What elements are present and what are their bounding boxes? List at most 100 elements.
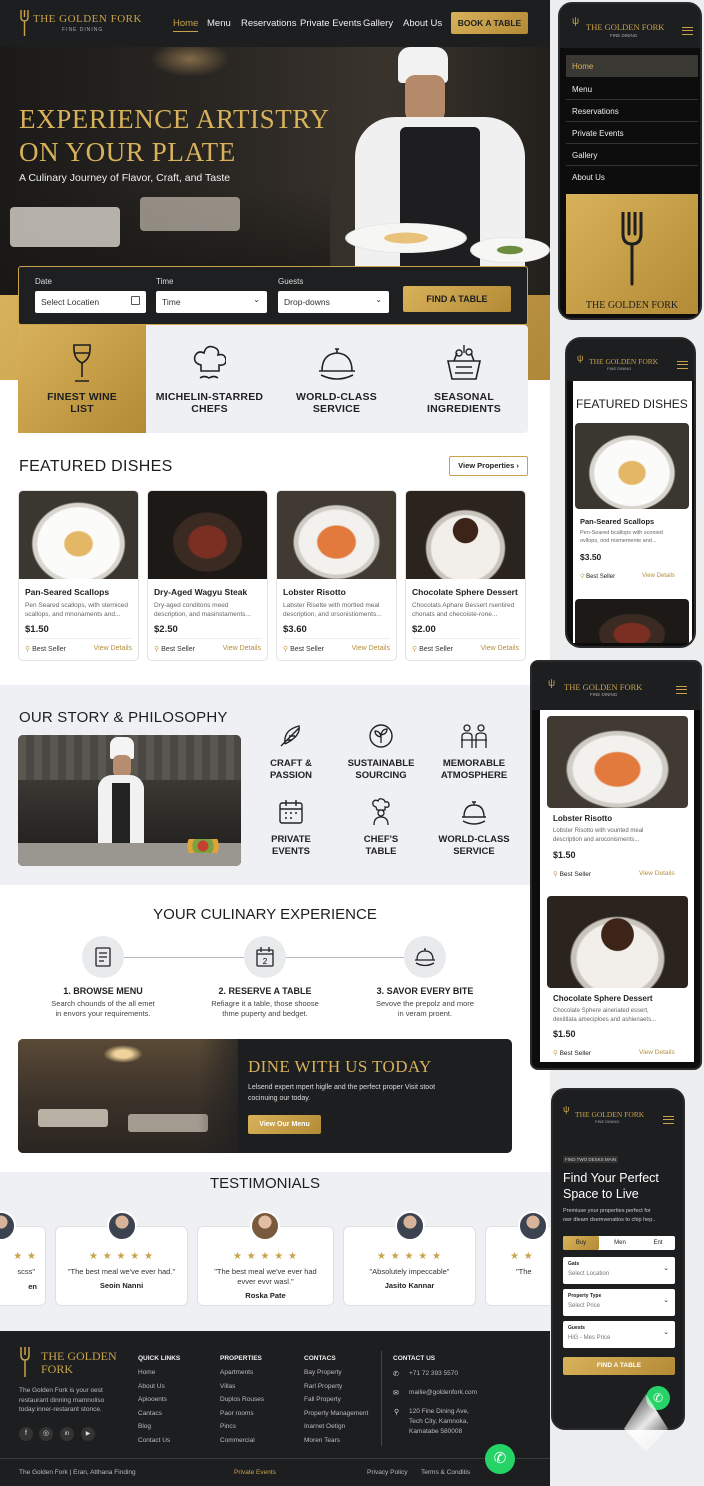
hero-title-line-2: ON YOUR PLATE [19, 137, 236, 167]
date-field-value: Select Locatien [41, 297, 100, 307]
tab-ent[interactable]: Ent [641, 1236, 675, 1250]
footer-link[interactable]: Apartments [220, 1366, 264, 1380]
nav-menu[interactable]: Menu [207, 18, 231, 29]
dish-name: Pan-Seared Scallops [25, 587, 110, 597]
mobile-menu-item[interactable]: Gallery [566, 144, 698, 166]
tab-buy[interactable]: Buy [563, 1236, 599, 1250]
footer-link[interactable]: Pincs [220, 1420, 264, 1434]
footer-link[interactable]: Rarl Property [304, 1380, 368, 1394]
dish-card[interactable]: Pan-Seared Scallops Pen Seared scallops,… [18, 490, 139, 661]
view-details-link[interactable]: View Details [352, 645, 390, 652]
footer-brand[interactable]: THE GOLDEN FORK [41, 1350, 117, 1376]
footer-link[interactable]: About Us [138, 1380, 170, 1394]
footer-link[interactable]: Inarnet Oetign [304, 1420, 368, 1434]
footer-link[interactable]: Commercial [220, 1434, 264, 1448]
calendar-icon [131, 296, 140, 305]
footer-link[interactable]: Property Management [304, 1407, 368, 1421]
view-details-link[interactable]: View Details [642, 573, 675, 579]
phone-text[interactable]: +71 72 393 5570 [409, 1370, 458, 1377]
dish-card[interactable]: Lobster Risotto Labster Risette with mor… [276, 490, 397, 661]
badge-label: Best Seller [161, 646, 195, 653]
find-table-button[interactable]: FIND A TABLE [403, 286, 511, 312]
footer-link[interactable]: Moren Tears [304, 1434, 368, 1448]
mobile-header: ψ THE GOLDEN FORK FINE DINING [567, 339, 694, 381]
hamburger-icon[interactable] [663, 1116, 674, 1124]
nav-about[interactable]: About Us [403, 18, 442, 29]
nav-reservations[interactable]: Reservations [241, 18, 296, 29]
mobile-brand[interactable]: THE GOLDEN FORK [564, 682, 642, 692]
terms-link[interactable]: Terms & Conditis [421, 1469, 470, 1476]
feature-wine-list: FINEST WINE LIST [18, 325, 146, 433]
property-type-select[interactable]: Property Type Select Price ⌄ [563, 1289, 675, 1316]
kicker-badge: FIND TWO DESKS MAIN [563, 1156, 619, 1163]
footer-brand-line-2: FORK [41, 1362, 74, 1376]
guests-select[interactable]: Guests HiG - Mes Price ⌄ [563, 1321, 675, 1348]
view-details-link[interactable]: View Details [481, 645, 519, 652]
footer-link[interactable]: Blog [138, 1420, 170, 1434]
mobile-brand[interactable]: THE GOLDEN FORK [589, 357, 658, 366]
mobile-menu-item[interactable]: Reservations [566, 100, 698, 122]
brand-name[interactable]: THE GOLDEN FORK [33, 13, 142, 25]
hamburger-icon[interactable] [677, 361, 688, 369]
view-details-link[interactable]: View Details [639, 1049, 675, 1056]
testimonial-name: Roska Pate [245, 1291, 286, 1300]
svg-text:2: 2 [263, 957, 268, 966]
view-properties-button[interactable]: View Properties › [449, 456, 528, 476]
view-details-link[interactable]: View Details [639, 870, 675, 877]
nav-home[interactable]: Home [173, 18, 199, 32]
mobile-menu-item-home[interactable]: Home [566, 55, 698, 77]
find-table-button[interactable]: FIND A TABLE [563, 1357, 675, 1375]
footer-link[interactable]: Paor rooms [220, 1407, 264, 1421]
testimonial-card: ★ ★ ★ ★ ★ "Absolutely impeccable" Jasito… [343, 1211, 476, 1306]
nav-gallery[interactable]: Gallery [363, 18, 393, 29]
view-details-link[interactable]: View Details [223, 645, 261, 652]
footer-link[interactable]: Bay Property [304, 1366, 368, 1380]
email-text[interactable]: mailie@goldenfork.com [409, 1389, 477, 1396]
facebook-icon[interactable]: f [19, 1427, 33, 1441]
footer-link[interactable]: Contact Us [138, 1434, 170, 1448]
step-2: 2. RESERVE A TABLE Refiagre it a table, t… [200, 986, 330, 1019]
privacy-policy-link[interactable]: Privacy Policy [367, 1469, 407, 1476]
footer-link[interactable]: Villas [220, 1380, 264, 1394]
dish-image [547, 896, 688, 988]
nav-private-events[interactable]: Private Events [300, 18, 361, 29]
footer-link[interactable]: Duplos Rouses [220, 1393, 264, 1407]
fork-icon [621, 212, 643, 286]
book-table-button[interactable]: BOOK A TABLE [451, 12, 528, 34]
tab-men[interactable]: Men [603, 1236, 637, 1250]
best-seller-badge: ⚲ Best Seller [553, 1049, 591, 1057]
footer-link[interactable]: Fall Property [304, 1393, 368, 1407]
mobile-brand[interactable]: THE GOLDEN FORK [575, 1110, 644, 1119]
view-menu-button[interactable]: View Our Menu [248, 1115, 321, 1134]
mobile-menu-item[interactable]: Menu [566, 78, 698, 100]
guests-select[interactable]: Drop-downs ⌄ [278, 291, 389, 313]
time-select[interactable]: Time ⌄ [156, 291, 267, 313]
testimonial-quote: scss" [17, 1267, 35, 1276]
mobile-brand[interactable]: THE GOLDEN FORK [586, 22, 664, 32]
linkedin-icon[interactable]: in [60, 1427, 74, 1441]
footer-link[interactable]: Cantacs [138, 1407, 170, 1421]
view-properties-label: View Properties [458, 461, 515, 470]
mobile-menu-item[interactable]: Private Events [566, 122, 698, 144]
location-select[interactable]: Gats Select Location ⌄ [563, 1257, 675, 1284]
instagram-icon[interactable]: ◎ [39, 1427, 53, 1441]
step-1-circle [82, 936, 124, 978]
dish-card[interactable]: Dry-Aged Wagyu Steak Dry-aged conditons … [147, 490, 268, 661]
date-field[interactable]: Select Locatien [35, 291, 146, 313]
hamburger-icon[interactable] [676, 686, 687, 694]
testimonial-name: Jasito Kannar [384, 1281, 435, 1290]
youtube-icon[interactable]: ▶ [81, 1427, 95, 1441]
best-seller-badge: ⚲ Best Seller [25, 645, 66, 653]
mobile-menu-item[interactable]: About Us [566, 166, 698, 188]
contacts-list: Bay Property Rarl Property Fall Property Pr… [304, 1366, 368, 1447]
whatsapp-icon[interactable]: ✆ [485, 1444, 515, 1474]
dish-price: $1.50 [553, 1029, 576, 1039]
footer-link[interactable]: Apiooents [138, 1393, 170, 1407]
hero-subtitle: A Culinary Journey of Flavor, Craft, and… [19, 172, 231, 184]
testimonial-quote: "Absolutely impeccable" [369, 1267, 450, 1276]
dish-card[interactable]: Chocolate Sphere Dessert Chocolats Aphar… [405, 490, 526, 661]
view-details-link[interactable]: View Details [94, 645, 132, 652]
footer-private-events-link[interactable]: Private Events [234, 1469, 276, 1476]
hamburger-icon[interactable] [682, 27, 693, 35]
footer-link[interactable]: Home [138, 1366, 170, 1380]
